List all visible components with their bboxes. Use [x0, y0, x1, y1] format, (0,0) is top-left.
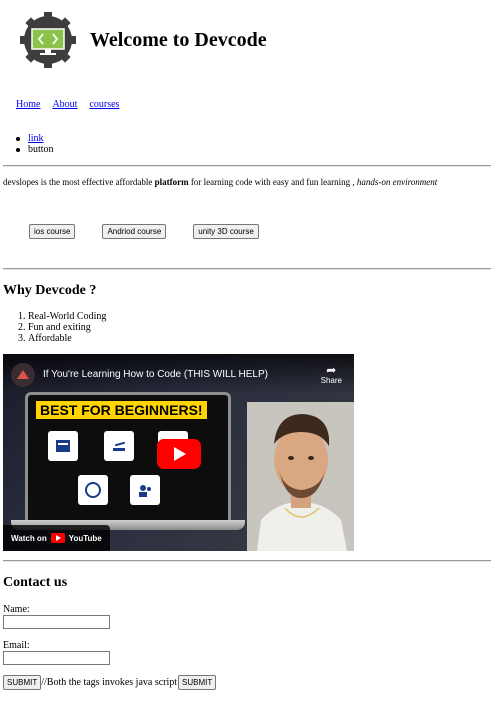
play-button[interactable] — [157, 439, 201, 469]
submit-button[interactable]: SUBMIT — [3, 675, 42, 690]
intro-text-continued: for learning code with easy and fun lear… — [188, 177, 357, 187]
document-icon — [48, 431, 78, 461]
video-title[interactable]: If You're Learning How to Code (THIS WIL… — [43, 369, 268, 380]
email-field[interactable] — [3, 651, 110, 665]
nav-about-link[interactable]: About — [52, 99, 77, 110]
video-banner: BEST FOR BEGINNERS! — [36, 401, 207, 419]
channel-avatar[interactable] — [11, 363, 35, 387]
divider — [3, 268, 491, 270]
link-button-list: link button — [16, 133, 54, 155]
reason-text: Affordable — [28, 333, 72, 344]
list-item: button — [16, 144, 54, 155]
divider — [3, 560, 491, 562]
youtube-video-embed[interactable]: BEST FOR BEGINNERS! If You're Learning H… — [3, 354, 354, 551]
reason-text: Fun and exiting — [28, 322, 91, 333]
youtube-label: YouTube — [68, 533, 102, 543]
divider — [3, 165, 491, 167]
email-label: Email: — [3, 640, 30, 651]
watch-on-youtube-button[interactable]: Watch on YouTube — [3, 525, 110, 551]
list-item: link — [16, 133, 54, 144]
main-nav: Home About courses — [16, 99, 119, 110]
openai-icon — [78, 475, 108, 505]
why-heading: Why Devcode ? — [3, 283, 97, 298]
ios-course-button[interactable]: ios course — [29, 224, 76, 239]
link-item[interactable]: link — [28, 133, 44, 144]
intro-italic-text: hands-on environment — [356, 177, 438, 187]
intro-text: devslopes is the most effective affordab… — [3, 177, 155, 187]
stack-icon — [104, 431, 134, 461]
share-button[interactable]: ➦ Share — [321, 364, 342, 385]
name-label: Name: — [3, 604, 30, 615]
android-course-button[interactable]: Andriod course — [102, 224, 167, 239]
watch-on-label: Watch on — [11, 533, 47, 543]
submit-note: //Both the tags invokes java script — [41, 677, 178, 688]
unity-course-button[interactable]: unity 3D course — [193, 224, 259, 239]
share-label: Share — [320, 376, 342, 385]
intro-paragraph: devslopes is the most effective affordab… — [3, 177, 437, 187]
code-screen-gear-icon — [20, 12, 76, 68]
nav-home-link[interactable]: Home — [16, 99, 40, 110]
submit-button-secondary[interactable]: SUBMIT — [178, 675, 217, 690]
contact-heading: Contact us — [3, 575, 68, 590]
presenter-image — [247, 402, 354, 551]
list-item: 3. Affordable — [18, 333, 72, 344]
course-buttons: ios course Andriod course unity 3D cours… — [29, 224, 259, 239]
contact-form: Name: Email: — [3, 604, 110, 665]
submit-row: SUBMIT //Both the tags invokes java scri… — [3, 675, 217, 690]
site-header: Welcome to Devcode — [20, 12, 267, 68]
page-title: Welcome to Devcode — [90, 29, 267, 51]
list-item: 1. Real-World Coding — [18, 311, 107, 322]
nav-courses-link[interactable]: courses — [89, 99, 119, 110]
list-item: 2. Fun and exiting — [18, 322, 91, 333]
reason-text: Real-World Coding — [28, 311, 107, 322]
youtube-logo-icon — [50, 533, 65, 543]
name-field[interactable] — [3, 615, 110, 629]
users-icon — [130, 475, 160, 505]
intro-bold-text: platform — [154, 177, 189, 187]
share-arrow-icon: ➦ — [326, 363, 337, 377]
reasons-list: 1. Real-World Coding 2. Fun and exiting 3.… — [18, 311, 107, 344]
